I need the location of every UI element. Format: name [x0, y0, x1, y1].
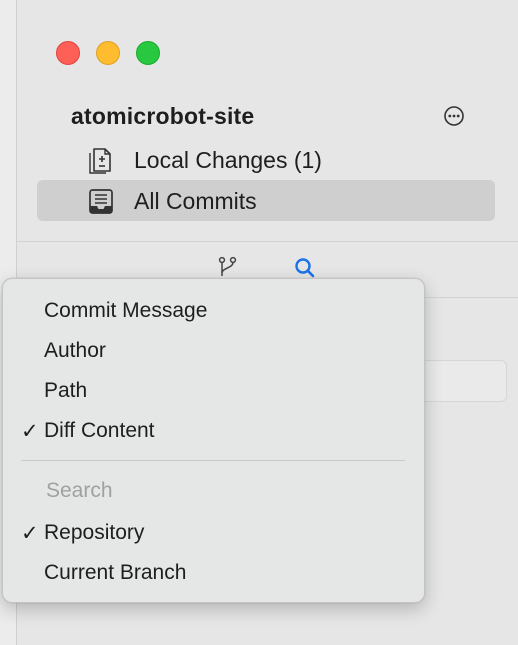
diff-document-icon: [89, 148, 111, 174]
menu-item-label: Diff Content: [44, 419, 155, 442]
menu-item-repository[interactable]: ✓ Repository: [3, 515, 424, 551]
menu-item-current-branch[interactable]: Current Branch: [3, 555, 424, 591]
search-icon[interactable]: [294, 256, 316, 280]
branch-icon[interactable]: [217, 256, 239, 280]
menu-separator: [21, 460, 405, 461]
menu-item-diff-content[interactable]: ✓ Diff Content: [3, 413, 424, 449]
checkmark-icon: ✓: [21, 522, 39, 545]
sidebar-item-all-commits[interactable]: All Commits: [37, 180, 495, 221]
sidebar-item-label: All Commits: [134, 188, 257, 214]
more-options-icon[interactable]: [443, 105, 465, 127]
menu-item-label: Current Branch: [44, 561, 187, 584]
close-window-button[interactable]: [56, 41, 80, 65]
menu-item-author[interactable]: Author: [3, 333, 424, 369]
sidebar-divider: [17, 241, 518, 242]
checkmark-icon: ✓: [21, 420, 39, 443]
menu-item-commit-message[interactable]: Commit Message: [3, 293, 424, 329]
menu-item-label: Path: [44, 379, 88, 402]
sidebar-item-local-changes[interactable]: Local Changes (1): [37, 139, 495, 180]
menu-item-label: Author: [44, 339, 106, 362]
sidebar-item-label: Local Changes (1): [134, 147, 322, 173]
minimize-window-button[interactable]: [96, 41, 120, 65]
repository-name: atomicrobot-site: [71, 103, 255, 129]
menu-section-header: Search: [3, 473, 424, 509]
inbox-tray-icon: [89, 189, 113, 214]
menu-item-label: Repository: [44, 521, 145, 544]
menu-item-label: Commit Message: [44, 299, 208, 322]
menu-header-label: Search: [46, 479, 113, 502]
search-options-menu: Commit Message Author Path ✓ Diff Conten…: [2, 278, 425, 603]
menu-item-path[interactable]: Path: [3, 373, 424, 409]
zoom-window-button[interactable]: [136, 41, 160, 65]
